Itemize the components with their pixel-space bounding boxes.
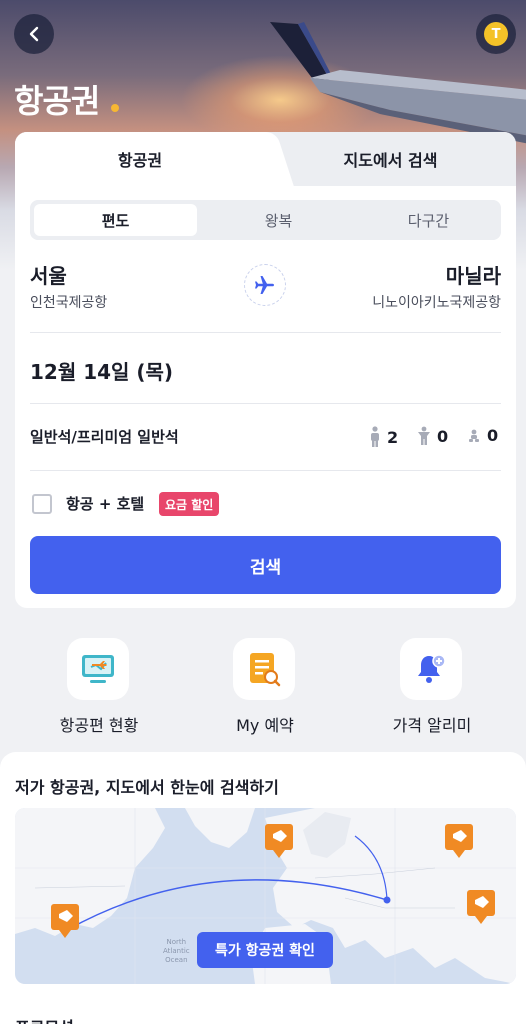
origin-city[interactable]: 서울 (30, 260, 67, 289)
adult-count-value: 2 (387, 427, 399, 447)
ocean-label-line: Atlantic (163, 947, 190, 955)
divider (30, 403, 501, 404)
check-deals-button[interactable]: 특가 항공권 확인 (197, 932, 333, 968)
ocean-label: North Atlantic Ocean (163, 938, 190, 965)
flight-status-icon-tile (67, 638, 129, 700)
departure-date[interactable]: 12월 14일 (목) (30, 356, 173, 385)
cabin-class[interactable]: 일반석/프리미엄 일반석 (30, 426, 179, 447)
trip-type-multi-city[interactable]: 다구간 (360, 204, 497, 236)
adult-icon (371, 426, 379, 447)
flight-hotel-label[interactable]: 항공 + 호텔 (66, 493, 144, 514)
promotion-title: 프로모션 (15, 1014, 74, 1024)
infant-count[interactable]: 0 (467, 426, 498, 445)
back-button[interactable] (14, 14, 54, 54)
title-accent-dot (111, 104, 119, 112)
origin-airport[interactable]: 인천국제공항 (30, 292, 107, 312)
tab-flights[interactable]: 항공권 (15, 132, 265, 186)
trip-type-one-way[interactable]: 편도 (34, 204, 197, 236)
world-map[interactable]: North Atlantic Ocean 특가 항공권 확인 (15, 808, 516, 984)
quick-menu-label: 항공편 현황 (59, 716, 139, 735)
trip-type-selector: 편도 왕복 다구간 (30, 200, 501, 240)
child-count-value: 0 (437, 426, 449, 446)
divider (30, 470, 501, 471)
quick-menu-my-reservation[interactable]: My 예약 (180, 638, 350, 738)
flight-status-icon (82, 655, 114, 683)
map-section-title: 저가 항공권, 지도에서 한눈에 검색하기 (15, 778, 279, 797)
swap-ring (244, 264, 286, 306)
child-count[interactable]: 0 (417, 426, 448, 446)
price-alert-icon-tile (400, 638, 462, 700)
reservation-icon (250, 653, 281, 687)
child-icon (418, 426, 430, 445)
price-alert-bell-icon (418, 654, 446, 683)
search-tabs: 항공권 지도에서 검색 (15, 132, 516, 186)
quick-menu-label: 가격 알리미 (392, 716, 472, 735)
infant-icon (469, 429, 479, 442)
destination-city[interactable]: 마닐라 (446, 260, 501, 289)
quick-menu-label: My 예약 (236, 716, 294, 735)
discount-badge: 요금 할인 (159, 492, 220, 516)
flight-search-card: 항공권 지도에서 검색 편도 왕복 다구간 서울 인천국제공항 마닐라 니노이아… (15, 132, 516, 608)
ocean-label-line: Ocean (165, 956, 188, 964)
search-button[interactable]: 검색 (30, 536, 501, 594)
quick-menu-flight-status[interactable]: 항공편 현황 (14, 638, 184, 738)
quick-menu-price-alert[interactable]: 가격 알리미 (347, 638, 517, 738)
reservation-icon-tile (233, 638, 295, 700)
map-search-section: 저가 항공권, 지도에서 한눈에 검색하기 North Atlantic Oce… (0, 752, 526, 1024)
swap-route-button[interactable] (244, 264, 286, 306)
profile-button[interactable]: T (476, 14, 516, 54)
tab-map-search[interactable]: 지도에서 검색 (265, 132, 516, 186)
profile-avatar: T (484, 22, 508, 46)
flight-hotel-checkbox[interactable] (32, 494, 52, 514)
adult-count[interactable]: 2 (369, 426, 398, 448)
divider (30, 332, 501, 333)
ocean-label-line: North (166, 938, 187, 946)
chevron-left-icon (29, 26, 39, 42)
trip-type-round-trip[interactable]: 왕복 (201, 204, 356, 236)
infant-count-value: 0 (487, 426, 499, 445)
page-title: 항공권 (14, 82, 100, 120)
destination-airport[interactable]: 니노이아키노국제공항 (372, 292, 501, 312)
